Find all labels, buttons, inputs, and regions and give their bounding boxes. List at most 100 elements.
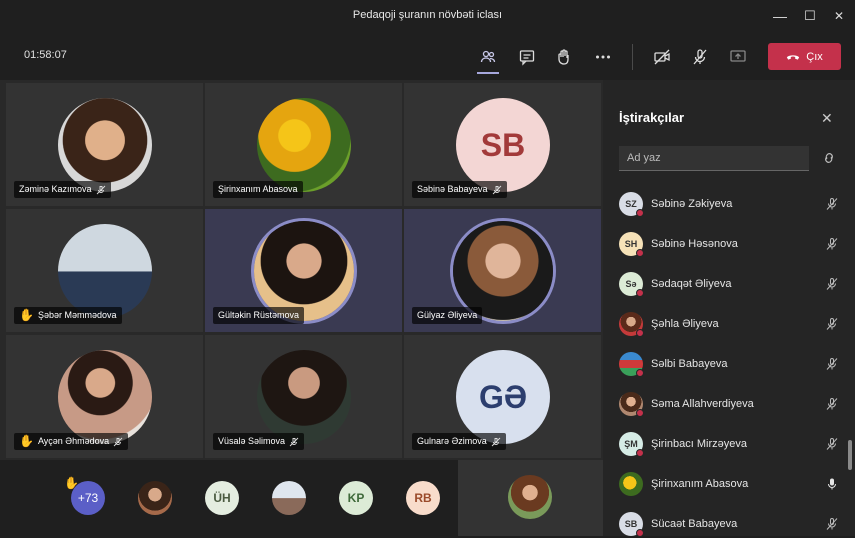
- video-tile[interactable]: GƏ Gulnarə Əzimova: [404, 335, 601, 458]
- participant-item[interactable]: Sə Sədaqət Əliyeva: [619, 270, 839, 298]
- participant-avatar: [619, 472, 643, 496]
- participant-item[interactable]: Səma Allahverdiyeva: [619, 390, 839, 418]
- muted-icon: [113, 437, 123, 446]
- roster-avatar[interactable]: [272, 481, 306, 515]
- participant-avatar: SB: [456, 98, 550, 192]
- participant-item[interactable]: Şəhla Əliyeva: [619, 310, 839, 338]
- muted-icon: [289, 437, 299, 446]
- participant-avatar: [58, 350, 152, 444]
- participant-avatar: ŞM: [619, 432, 644, 457]
- presence-dot: [636, 449, 644, 457]
- presence-dot: [636, 409, 644, 417]
- muted-icon: [826, 198, 838, 210]
- panel-close-icon[interactable]: ✕: [821, 110, 833, 127]
- participant-avatar: SB: [619, 512, 644, 537]
- self-view: [458, 460, 603, 536]
- participant-avatar: [58, 98, 152, 192]
- window-title: Pedaqoji şuranın növbəti iclası: [352, 9, 503, 21]
- video-tile[interactable]: ✋ Ayçən Əhmədova: [6, 335, 203, 458]
- name-tag: ✋ Ayçən Əhmədova: [14, 433, 129, 450]
- video-tile[interactable]: Gülyaz Əliyeva: [404, 209, 601, 332]
- muted-icon: [826, 238, 838, 250]
- presence-dot: [636, 329, 644, 337]
- name-tag: Zəminə Kazımova: [14, 181, 111, 198]
- participant-avatar: [619, 312, 644, 337]
- name-tag: ✋ Şəbər Məmmədova: [14, 307, 122, 324]
- name-tag: Gulnarə Əzimova: [412, 433, 506, 450]
- phone-hangup-icon: [787, 55, 800, 60]
- participant-item[interactable]: SH Səbinə Həsənova: [619, 230, 839, 258]
- muted-icon: [826, 518, 838, 530]
- participant-avatar: [619, 352, 644, 377]
- video-tile[interactable]: ✋ Şəbər Məmmədova: [6, 209, 203, 332]
- share-invite-icon[interactable]: [821, 150, 837, 166]
- participant-search-input[interactable]: [619, 146, 809, 171]
- name-tag: Gültəkin Rüstəmova: [213, 307, 305, 324]
- participant-avatar: [257, 350, 351, 444]
- chat-icon[interactable]: [516, 46, 538, 68]
- video-tile[interactable]: Vüsalə Səlimova: [205, 335, 402, 458]
- presence-dot: [636, 249, 644, 257]
- camera-off-icon[interactable]: [651, 46, 673, 68]
- name-tag: Vüsalə Səlimova: [213, 433, 305, 450]
- minimize-button[interactable]: —: [769, 6, 791, 26]
- participant-avatar: [453, 221, 553, 321]
- toolbar-separator: [632, 44, 633, 70]
- roster-avatar[interactable]: ÜH: [205, 481, 239, 515]
- muted-icon: [826, 278, 838, 290]
- participant-avatar: SH: [619, 232, 644, 257]
- muted-icon: [826, 438, 838, 450]
- title-bar: Pedaqoji şuranın növbəti iclası — ☐ ✕: [0, 0, 855, 32]
- participant-item[interactable]: ŞM Şirinbacı Mirzəyeva: [619, 430, 839, 458]
- presence-dot: [636, 369, 644, 377]
- presence-dot: [636, 209, 644, 217]
- self-avatar: [508, 475, 552, 519]
- video-tile[interactable]: SB Səbinə Babayeva: [404, 83, 601, 206]
- overflow-roster: +73 ✋ ÜH KP RB: [0, 460, 458, 536]
- roster-avatar[interactable]: [138, 481, 172, 515]
- participant-item[interactable]: SB Sücaət Babayeva: [619, 510, 839, 538]
- meeting-timer: 01:58:07: [24, 49, 67, 61]
- participant-avatar: [619, 392, 644, 417]
- name-tag: Şirinxanım Abasova: [213, 181, 303, 198]
- video-tile[interactable]: Zəminə Kazımova: [6, 83, 203, 206]
- participant-avatar: GƏ: [456, 350, 550, 444]
- participant-avatar: Sə: [619, 272, 644, 297]
- active-tab-indicator: [477, 72, 499, 74]
- maximize-button[interactable]: ☐: [799, 6, 821, 26]
- muted-icon: [826, 318, 838, 330]
- raise-hand-icon[interactable]: [553, 46, 575, 68]
- video-tile[interactable]: Gültəkin Rüstəmova: [205, 209, 402, 332]
- leave-button[interactable]: Çıx: [768, 43, 841, 70]
- participants-icon[interactable]: [477, 46, 499, 68]
- raised-hand-icon: ✋: [19, 308, 34, 322]
- participant-avatar: [254, 221, 354, 321]
- roster-avatar[interactable]: RB: [406, 481, 440, 515]
- meeting-toolbar: 01:58:07 Çıx: [0, 32, 855, 80]
- panel-title: İştirakçılar: [619, 110, 685, 125]
- participant-avatar: [257, 98, 351, 192]
- roster-avatar[interactable]: KP: [339, 481, 373, 515]
- video-tile[interactable]: Şirinxanım Abasova: [205, 83, 402, 206]
- share-screen-icon[interactable]: [727, 46, 749, 68]
- leave-label: Çıx: [806, 50, 823, 63]
- muted-icon: [96, 185, 105, 194]
- participant-item[interactable]: Səlbi Babayeva: [619, 350, 839, 378]
- muted-icon: [491, 437, 501, 446]
- panel-scrollbar[interactable]: [848, 440, 852, 470]
- participant-item[interactable]: Şirinxanım Abasova: [619, 470, 839, 498]
- participants-panel: İştirakçılar ✕ SZ Səbinə Zəkiyeva SH Səb…: [603, 80, 855, 538]
- close-button[interactable]: ✕: [828, 6, 850, 26]
- raised-hand-icon: ✋: [64, 476, 79, 490]
- name-tag: Səbinə Babayeva: [412, 181, 507, 198]
- muted-icon: [492, 185, 501, 194]
- participant-avatar: [58, 224, 152, 318]
- participant-item[interactable]: SZ Səbinə Zəkiyeva: [619, 190, 839, 218]
- mic-on-icon: [828, 478, 836, 490]
- mic-off-icon[interactable]: [689, 46, 711, 68]
- more-options-icon[interactable]: [592, 46, 614, 68]
- muted-icon: [826, 358, 838, 370]
- participant-avatar: SZ: [619, 192, 644, 217]
- presence-dot: [636, 289, 644, 297]
- raised-hand-icon: ✋: [19, 434, 34, 448]
